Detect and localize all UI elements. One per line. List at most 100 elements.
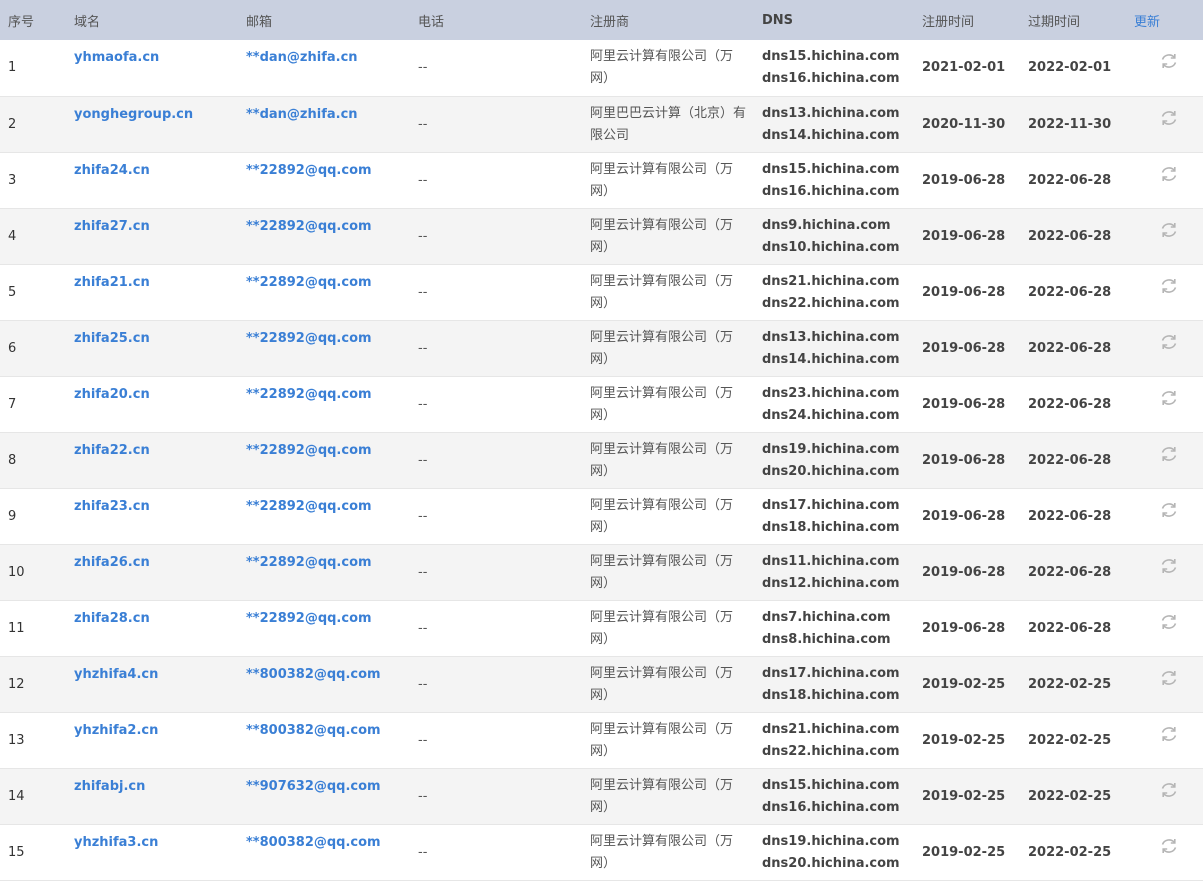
refresh-icon[interactable] <box>1159 108 1179 128</box>
phone-value: -- <box>418 284 428 300</box>
header-registrar: 注册商 <box>590 14 630 30</box>
domain-link[interactable]: zhifa20.cn <box>74 387 150 402</box>
dns-secondary: dns14.hichina.com <box>762 127 900 143</box>
exp-date: 2022-06-28 <box>1028 452 1112 468</box>
dns-secondary: dns20.hichina.com <box>762 463 900 479</box>
dns-primary: dns13.hichina.com <box>762 329 900 345</box>
row-index: 5 <box>8 284 17 300</box>
exp-date: 2022-02-25 <box>1028 676 1112 692</box>
dns-primary: dns19.hichina.com <box>762 833 900 849</box>
email-link[interactable]: **22892@qq.com <box>246 611 372 626</box>
registrar-value: 阿里云计算有限公司（万网） <box>590 665 734 703</box>
email-link[interactable]: **22892@qq.com <box>246 499 372 514</box>
email-link[interactable]: **22892@qq.com <box>246 219 372 234</box>
exp-date: 2022-02-25 <box>1028 844 1112 860</box>
registrar-value: 阿里云计算有限公司（万网） <box>590 161 734 199</box>
dns-primary: dns15.hichina.com <box>762 49 900 64</box>
email-link[interactable]: **22892@qq.com <box>246 275 372 290</box>
dns-secondary: dns16.hichina.com <box>762 183 900 199</box>
table-row: 15 yhzhifa3.cn **800382@qq.com -- 阿里云计算有限公司（… <box>0 824 1203 880</box>
dns-cell: dns17.hichina.com dns18.hichina.com <box>762 656 922 712</box>
email-link[interactable]: **800382@qq.com <box>246 723 381 738</box>
exp-date: 2022-06-28 <box>1028 620 1112 636</box>
refresh-icon[interactable] <box>1159 332 1179 352</box>
domain-link[interactable]: zhifa25.cn <box>74 331 150 346</box>
registrar-value: 阿里云计算有限公司（万网） <box>590 553 734 591</box>
domain-link[interactable]: zhifa28.cn <box>74 611 150 626</box>
domain-link[interactable]: yhzhifa3.cn <box>74 835 158 850</box>
refresh-icon[interactable] <box>1159 836 1179 856</box>
phone-value: -- <box>418 508 428 524</box>
dns-secondary: dns22.hichina.com <box>762 743 900 759</box>
reg-date: 2019-06-28 <box>922 564 1006 580</box>
header-email: 邮箱 <box>246 14 273 30</box>
dns-primary: dns15.hichina.com <box>762 161 900 177</box>
domain-link[interactable]: zhifabj.cn <box>74 779 145 794</box>
exp-date: 2022-02-25 <box>1028 788 1112 804</box>
row-index: 10 <box>8 564 25 580</box>
reg-date: 2019-06-28 <box>922 172 1006 188</box>
row-index: 4 <box>8 228 17 244</box>
row-index: 15 <box>8 844 25 860</box>
table-row: 10 zhifa26.cn **22892@qq.com -- 阿里云计算有限公司（万网… <box>0 544 1203 600</box>
table-header-row: 序号 域名 邮箱 电话 注册商 DNS 注册时间 过期时间 更新 <box>0 0 1203 40</box>
email-link[interactable]: **22892@qq.com <box>246 331 372 346</box>
row-index: 2 <box>8 116 17 132</box>
refresh-icon[interactable] <box>1159 668 1179 688</box>
domain-link[interactable]: zhifa27.cn <box>74 219 150 234</box>
domain-link[interactable]: zhifa24.cn <box>74 163 150 178</box>
email-link[interactable]: **22892@qq.com <box>246 163 372 178</box>
dns-secondary: dns14.hichina.com <box>762 351 900 367</box>
refresh-icon[interactable] <box>1159 388 1179 408</box>
refresh-icon[interactable] <box>1159 724 1179 744</box>
refresh-icon[interactable] <box>1159 276 1179 296</box>
email-link[interactable]: **dan@zhifa.cn <box>246 50 358 65</box>
reg-date: 2019-06-28 <box>922 340 1006 356</box>
dns-primary: dns11.hichina.com <box>762 553 900 569</box>
table-body: 1 yhmaofa.cn **dan@zhifa.cn -- 阿里云计算有限公司（万网）… <box>0 40 1203 880</box>
domain-link[interactable]: zhifa21.cn <box>74 275 150 290</box>
reg-date: 2019-06-28 <box>922 620 1006 636</box>
email-link[interactable]: **dan@zhifa.cn <box>246 107 358 122</box>
refresh-icon[interactable] <box>1159 500 1179 520</box>
header-refresh-button[interactable]: 更新 <box>1134 0 1203 40</box>
email-link[interactable]: **907632@qq.com <box>246 779 381 794</box>
row-index: 8 <box>8 452 17 468</box>
registrar-value: 阿里云计算有限公司（万网） <box>590 49 734 86</box>
refresh-icon[interactable] <box>1159 220 1179 240</box>
dns-secondary: dns16.hichina.com <box>762 71 900 86</box>
reg-date: 2019-02-25 <box>922 732 1006 748</box>
email-link[interactable]: **800382@qq.com <box>246 835 381 850</box>
phone-value: -- <box>418 620 428 636</box>
domain-link[interactable]: yonghegroup.cn <box>74 107 193 122</box>
domain-link[interactable]: zhifa23.cn <box>74 499 150 514</box>
refresh-icon[interactable] <box>1159 780 1179 800</box>
row-index: 9 <box>8 508 17 524</box>
email-link[interactable]: **22892@qq.com <box>246 387 372 402</box>
dns-primary: dns13.hichina.com <box>762 105 900 121</box>
dns-primary: dns15.hichina.com <box>762 777 900 793</box>
dns-cell: dns11.hichina.com dns12.hichina.com <box>762 544 922 600</box>
table-row: 3 zhifa24.cn **22892@qq.com -- 阿里云计算有限公司（万网）… <box>0 152 1203 208</box>
refresh-icon[interactable] <box>1159 556 1179 576</box>
table-row: 13 yhzhifa2.cn **800382@qq.com -- 阿里云计算有限公司（… <box>0 712 1203 768</box>
dns-cell: dns19.hichina.com dns20.hichina.com <box>762 824 922 880</box>
dns-cell: dns9.hichina.com dns10.hichina.com <box>762 208 922 264</box>
exp-date: 2022-02-01 <box>1028 60 1112 76</box>
domain-link[interactable]: zhifa26.cn <box>74 555 150 570</box>
dns-primary: dns7.hichina.com <box>762 609 891 625</box>
domain-link[interactable]: yhzhifa2.cn <box>74 723 158 738</box>
refresh-icon[interactable] <box>1159 444 1179 464</box>
exp-date: 2022-06-28 <box>1028 340 1112 356</box>
domain-link[interactable]: yhmaofa.cn <box>74 50 159 65</box>
refresh-icon[interactable] <box>1159 51 1179 71</box>
email-link[interactable]: **22892@qq.com <box>246 443 372 458</box>
dns-secondary: dns18.hichina.com <box>762 687 900 703</box>
email-link[interactable]: **22892@qq.com <box>246 555 372 570</box>
row-index: 7 <box>8 396 17 412</box>
domain-link[interactable]: yhzhifa4.cn <box>74 667 158 682</box>
domain-link[interactable]: zhifa22.cn <box>74 443 150 458</box>
refresh-icon[interactable] <box>1159 164 1179 184</box>
email-link[interactable]: **800382@qq.com <box>246 667 381 682</box>
refresh-icon[interactable] <box>1159 612 1179 632</box>
